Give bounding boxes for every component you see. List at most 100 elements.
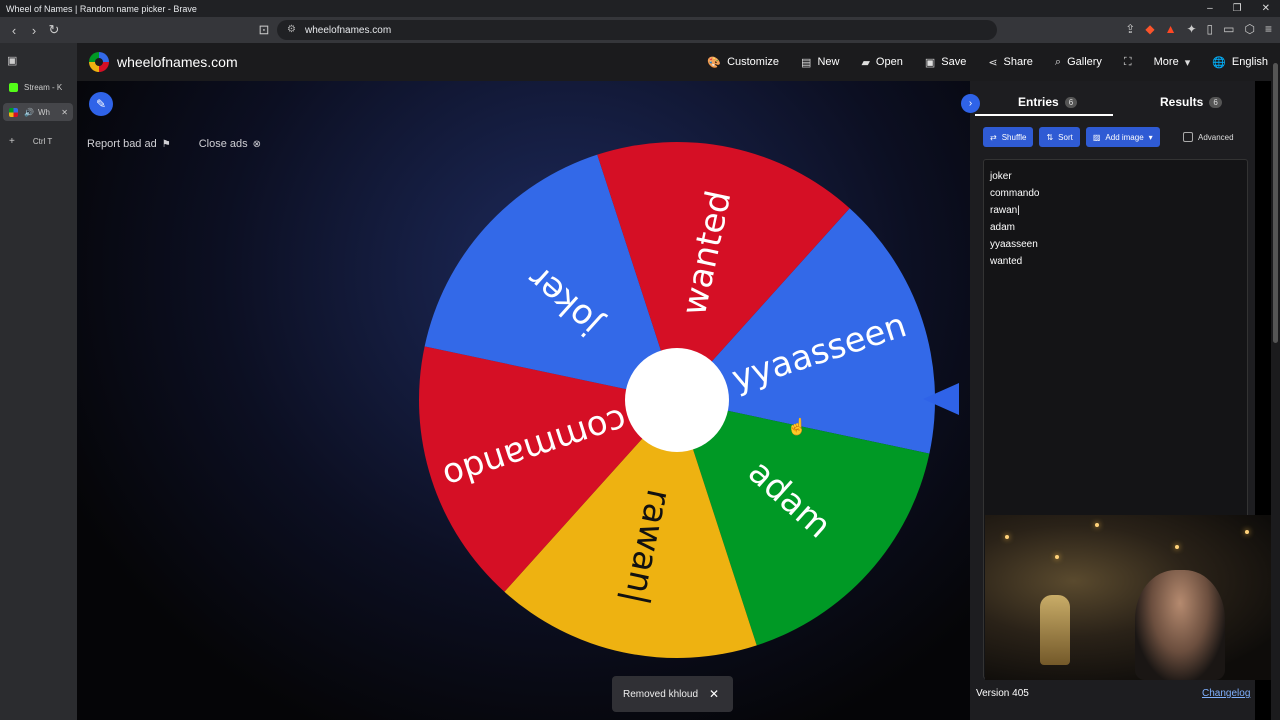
close-tab-icon[interactable]: ✕ — [61, 108, 68, 117]
wheel-favicon-icon — [9, 107, 18, 117]
fairy-light — [1175, 545, 1179, 549]
plus-icon: + — [9, 135, 15, 147]
wheel-stage: ✎ Report bad ad ⚑ Close ads ⊗ yyaasseen ada… — [77, 81, 970, 720]
speaker-icon[interactable]: 🔊 — [24, 108, 34, 117]
vertical-tab-strip: ▣ Stream - K 🔊 Wh ✕ + Ctrl T — [0, 43, 77, 720]
changelog-link[interactable]: Changelog — [1202, 688, 1250, 699]
page-scrollbar[interactable] — [1271, 43, 1280, 720]
tab-label: Entries — [1018, 95, 1059, 109]
menu-label: New — [817, 56, 840, 68]
new-button[interactable]: ▤ New — [801, 56, 839, 69]
shuffle-label: Shuffle — [1001, 132, 1027, 142]
wheel-center-button[interactable] — [625, 348, 729, 452]
search-icon: ⌕ — [1054, 55, 1062, 68]
reload-icon[interactable]: ↻ — [44, 22, 64, 38]
file-icon: ▤ — [801, 56, 812, 69]
tab-entries[interactable]: Entries 6 — [1018, 95, 1078, 109]
active-tab-indicator — [975, 114, 1113, 116]
new-tab-button[interactable]: + Ctrl T — [3, 132, 73, 150]
fairy-light — [1055, 555, 1059, 559]
fairy-light — [1245, 530, 1249, 534]
close-icon[interactable]: ✕ — [1262, 3, 1270, 14]
window-title: Wheel of Names | Random name picker - Br… — [6, 3, 197, 14]
mouse-cursor-icon: ☝ — [787, 419, 807, 436]
tab-results[interactable]: Results 6 — [1160, 95, 1222, 109]
entries-toolbar: ⇄ Shuffle ⇅ Sort ▨ Add image ▾ — [983, 127, 1160, 147]
tab-wheel-of-names[interactable]: 🔊 Wh ✕ — [3, 103, 73, 121]
chevron-right-icon: › — [968, 98, 973, 109]
brave-shields-icon[interactable]: ◆ — [1145, 22, 1154, 36]
wheel-logo-icon[interactable] — [89, 52, 109, 72]
fairy-light — [1005, 535, 1009, 539]
tab-strip-toggle[interactable]: ▣ — [3, 51, 23, 69]
screen: Wheel of Names | Random name picker - Br… — [0, 0, 1280, 720]
sort-button[interactable]: ⇅ Sort — [1039, 127, 1080, 147]
brave-rewards-icon[interactable]: ▲ — [1165, 22, 1177, 36]
streamer-image — [1135, 570, 1225, 680]
more-button[interactable]: More ▾ — [1154, 56, 1191, 69]
entry-line: adam — [990, 222, 1016, 233]
kick-favicon-icon — [9, 82, 18, 92]
image-icon: ▨ — [1092, 132, 1101, 142]
minimize-icon[interactable]: – — [1207, 3, 1213, 14]
open-button[interactable]: ▰ Open — [861, 56, 902, 69]
fairy-light — [1095, 523, 1099, 527]
gallery-button[interactable]: ⌕ Gallery — [1055, 56, 1102, 69]
checkbox-icon — [1183, 132, 1193, 142]
palette-icon: 🎨 — [707, 56, 722, 69]
chevron-down-icon: ▾ — [1184, 56, 1191, 69]
vpn-icon[interactable]: ⬡ — [1245, 22, 1255, 36]
language-button[interactable]: 🌐 English — [1212, 56, 1268, 69]
share-icon: ⋖ — [988, 56, 998, 69]
shuffle-button[interactable]: ⇄ Shuffle — [983, 127, 1034, 147]
shuffle-icon: ⇄ — [990, 132, 997, 142]
address-bar[interactable]: ⚙ wheelofnames.com — [277, 20, 997, 40]
chevron-down-icon: ▾ — [1148, 132, 1153, 142]
share-button[interactable]: ⋖ Share — [988, 56, 1033, 69]
sidebar-icon[interactable]: ▯ — [1207, 22, 1214, 36]
advanced-checkbox[interactable]: Advanced — [1183, 132, 1234, 142]
menu-label: More — [1153, 56, 1179, 68]
scrollbar-thumb[interactable] — [1273, 63, 1278, 343]
webcam-overlay — [985, 515, 1280, 680]
tab-label: Wh — [37, 107, 50, 117]
menu-icon[interactable]: ≡ — [1265, 22, 1272, 36]
menu-label: Share — [1003, 56, 1033, 68]
advanced-label: Advanced — [1198, 132, 1234, 142]
entry-line: commando — [990, 188, 1040, 199]
panel-icon: ▣ — [7, 54, 18, 67]
window-controls: – ❐ ✕ — [1207, 3, 1270, 14]
entry-line: rawan| — [990, 205, 1020, 216]
entry-line: yyaasseen — [990, 239, 1038, 250]
results-count-badge: 6 — [1209, 96, 1222, 108]
fullscreen-button[interactable]: ⛶ — [1124, 56, 1132, 69]
wheel-pointer-icon — [923, 383, 959, 415]
customize-button[interactable]: 🎨 Customize — [707, 56, 779, 69]
close-toast-icon[interactable]: ✕ — [709, 687, 719, 701]
version-label: Version 405 — [976, 688, 1029, 699]
wheel[interactable]: yyaasseenadamrawan|commandojoker wanted — [77, 81, 970, 720]
main-menu: 🎨 Customize ▤ New ▰ Open ▣ Save ⋖ Share … — [707, 43, 1268, 81]
forward-icon[interactable]: › — [24, 23, 44, 38]
maximize-icon[interactable]: ❐ — [1233, 3, 1242, 14]
tab-stream[interactable]: Stream - K — [3, 78, 73, 96]
folder-icon: ▰ — [861, 56, 870, 69]
add-image-button[interactable]: ▨ Add image ▾ — [1085, 127, 1160, 147]
menu-label: Save — [941, 56, 967, 68]
sort-label: Sort — [1058, 132, 1073, 142]
save-button[interactable]: ▣ Save — [925, 56, 966, 69]
lantern-image — [1040, 595, 1070, 665]
save-icon: ▣ — [924, 56, 936, 69]
wallet-icon[interactable]: ▭ — [1223, 22, 1234, 36]
toast-message: Removed khloud — [623, 688, 699, 700]
back-icon[interactable]: ‹ — [4, 23, 24, 38]
tab-label: Results — [1160, 95, 1204, 109]
extensions-icon[interactable]: ✦ — [1186, 22, 1196, 36]
bookmark-icon[interactable]: ⊡ — [254, 22, 274, 38]
hide-panel-button[interactable]: › — [961, 94, 980, 113]
fullscreen-icon: ⛶ — [1123, 55, 1132, 68]
sort-icon: ⇅ — [1046, 132, 1054, 142]
site-info-icon[interactable]: ⚙ — [287, 24, 296, 35]
share-page-icon[interactable]: ⇪ — [1125, 22, 1135, 36]
brand-name[interactable]: wheelofnames.com — [117, 54, 238, 70]
